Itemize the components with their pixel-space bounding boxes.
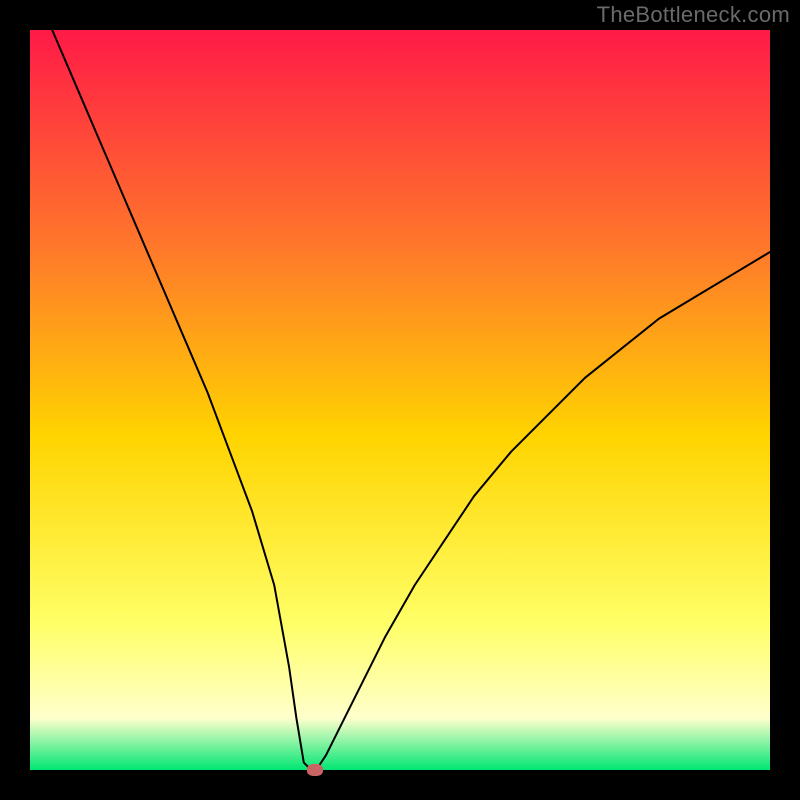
gradient-background — [30, 30, 770, 770]
bottleneck-chart — [30, 30, 770, 770]
watermark-text: TheBottleneck.com — [597, 2, 790, 28]
optimum-marker — [307, 764, 323, 776]
chart-frame: TheBottleneck.com — [0, 0, 800, 800]
